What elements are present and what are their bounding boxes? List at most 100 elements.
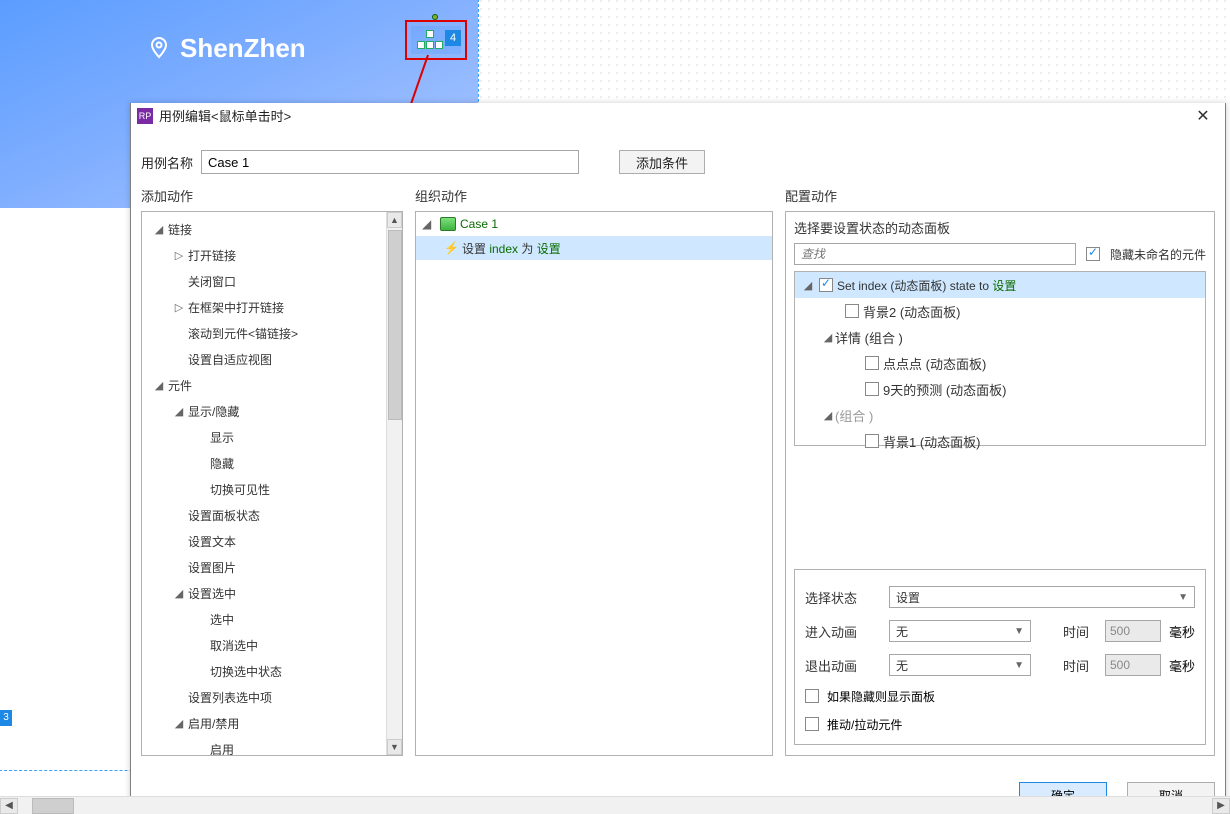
scroll-down-icon[interactable]: ▼ (387, 739, 402, 755)
action-tree[interactable]: ◢链接 ▷打开链接 关闭窗口 ▷在框架中打开链接 滚动到元件<锚链接> 设置自适… (141, 211, 403, 756)
tree-group-links[interactable]: ◢链接 (144, 216, 384, 242)
row-text: 背景1 (动态面板) (883, 432, 981, 451)
organize-action-header: 组织动作 (415, 186, 773, 205)
ms-label: 毫秒 (1169, 622, 1195, 641)
panel-tree-row-selected[interactable]: ◢ Set index (动态面板) state to 设置 (795, 272, 1205, 298)
scrollbar-thumb[interactable] (32, 798, 74, 814)
tree-item[interactable]: 关闭窗口 (144, 268, 384, 294)
scroll-right-icon[interactable]: ▶ (1212, 798, 1230, 814)
add-action-header: 添加动作 (141, 186, 403, 205)
case-label: Case 1 (460, 217, 498, 231)
close-button[interactable]: ✕ (1187, 105, 1219, 127)
tree-item[interactable]: 切换选中状态 (144, 658, 384, 684)
row-text: 背景2 (动态面板) (863, 302, 961, 321)
row-text: 点点点 (动态面板) (883, 354, 986, 373)
anim-out-label: 退出动画 (805, 656, 881, 675)
case-name-input[interactable] (201, 150, 579, 174)
row-text: 详情 (组合 ) (835, 328, 903, 347)
tree-item[interactable]: 设置自适应视图 (144, 346, 384, 372)
panel-tree-row[interactable]: 9天的预测 (动态面板) (795, 376, 1205, 402)
horizontal-scrollbar[interactable]: ◀ ▶ (0, 796, 1230, 814)
scrollbar-thumb[interactable] (388, 230, 402, 420)
properties-box: 选择状态 设置▼ 进入动画 无▼ 时间 500 毫秒 退出动画 无▼ (794, 569, 1206, 745)
bolt-icon: ⚡ (444, 241, 458, 255)
action-text: 设置 index 为 设置 (462, 240, 561, 257)
row-text: 9天的预测 (动态面板) (883, 380, 1007, 399)
tree-item[interactable]: ◢启用/禁用 (144, 710, 384, 736)
configure-action-header: 配置动作 (785, 186, 1215, 205)
tree-item[interactable]: ◢设置选中 (144, 580, 384, 606)
row-checkbox[interactable] (865, 434, 879, 448)
location-pin-icon (147, 36, 171, 63)
vertical-scrollbar[interactable]: ▲ ▼ (386, 212, 402, 755)
tree-item[interactable]: 启用 (144, 736, 384, 755)
organize-action-box[interactable]: ◢ Case 1 ⚡ 设置 index 为 设置 (415, 211, 773, 756)
widget-grid-icon (417, 30, 443, 52)
anim-in-dropdown[interactable]: 无▼ (889, 620, 1031, 642)
action-row-selected[interactable]: ⚡ 设置 index 为 设置 (416, 236, 772, 260)
selection-count-badge: 4 (445, 30, 461, 46)
row-text: Set index (动态面板) state to 设置 (837, 277, 1016, 294)
time-label: 时间 (1055, 622, 1097, 641)
tree-group-widgets[interactable]: ◢元件 (144, 372, 384, 398)
app-icon: RP (137, 108, 153, 124)
tree-item[interactable]: 选中 (144, 606, 384, 632)
selection-highlight[interactable]: 4 (405, 20, 467, 60)
panel-search-input[interactable] (794, 243, 1076, 265)
scroll-up-icon[interactable]: ▲ (387, 212, 402, 228)
tree-item[interactable]: 设置图片 (144, 554, 384, 580)
row-text: (组合 ) (835, 406, 873, 425)
show-if-hidden-label: 如果隐藏则显示面板 (827, 688, 935, 705)
hide-unnamed-checkbox[interactable] (1086, 247, 1100, 261)
case-icon (440, 217, 456, 231)
select-state-label: 选择状态 (805, 588, 881, 607)
panel-tree-row[interactable]: 背景2 (动态面板) (795, 298, 1205, 324)
tree-item[interactable]: 隐藏 (144, 450, 384, 476)
anim-in-label: 进入动画 (805, 622, 881, 641)
tree-item[interactable]: 切换可见性 (144, 476, 384, 502)
tree-item[interactable]: ▷打开链接 (144, 242, 384, 268)
select-state-dropdown[interactable]: 设置▼ (889, 586, 1195, 608)
push-pull-checkbox[interactable] (805, 717, 819, 731)
push-pull-label: 推动/拉动元件 (827, 716, 902, 733)
scroll-left-icon[interactable]: ◀ (0, 798, 18, 814)
configure-action-title: 选择要设置状态的动态面板 (794, 218, 1206, 237)
row-checkbox[interactable] (819, 278, 833, 292)
row-checkbox[interactable] (845, 304, 859, 318)
hide-unnamed-label: 隐藏未命名的元件 (1110, 246, 1206, 263)
time-out-input[interactable]: 500 (1105, 654, 1161, 676)
tree-item[interactable]: ▷在框架中打开链接 (144, 294, 384, 320)
tree-item[interactable]: ◢显示/隐藏 (144, 398, 384, 424)
chevron-down-icon: ▼ (1178, 592, 1188, 603)
row-checkbox[interactable] (865, 382, 879, 396)
time-in-input[interactable]: 500 (1105, 620, 1161, 642)
panel-tree-row[interactable]: 点点点 (动态面板) (795, 350, 1205, 376)
city-name[interactable]: ShenZhen (180, 33, 306, 64)
panel-tree-row[interactable]: ◢详情 (组合 ) (795, 324, 1205, 350)
case-editor-dialog: RP 用例编辑<鼠标单击时> ✕ 用例名称 添加条件 添加动作 ◢链接 ▷打开链… (130, 103, 1226, 814)
tree-item-set-panel-state[interactable]: 设置面板状态 (144, 502, 384, 528)
tree-item[interactable]: 显示 (144, 424, 384, 450)
show-if-hidden-checkbox[interactable] (805, 689, 819, 703)
panel-tree-row[interactable]: ◢(组合 ) (795, 402, 1205, 428)
tree-item[interactable]: 设置文本 (144, 528, 384, 554)
panel-tree[interactable]: ◢ Set index (动态面板) state to 设置 背景2 (动态面板… (794, 271, 1206, 446)
panel-tree-row[interactable]: 背景1 (动态面板) (795, 428, 1205, 454)
anim-out-dropdown[interactable]: 无▼ (889, 654, 1031, 676)
add-condition-button[interactable]: 添加条件 (619, 150, 705, 174)
scrollbar-track[interactable] (18, 798, 1212, 814)
titlebar: RP 用例编辑<鼠标单击时> ✕ (131, 103, 1225, 128)
case-name-row: 用例名称 添加条件 (131, 128, 1225, 186)
case-row[interactable]: ◢ Case 1 (416, 212, 772, 236)
tree-item[interactable]: 滚动到元件<锚链接> (144, 320, 384, 346)
chevron-down-icon: ▼ (1014, 660, 1024, 671)
case-name-label: 用例名称 (141, 153, 193, 172)
row-checkbox[interactable] (865, 356, 879, 370)
ms-label: 毫秒 (1169, 656, 1195, 675)
tree-item[interactable]: 取消选中 (144, 632, 384, 658)
chevron-down-icon: ▼ (1014, 626, 1024, 637)
page-size-handle[interactable]: 3 (0, 710, 12, 726)
dialog-title: 用例编辑<鼠标单击时> (159, 106, 291, 125)
tree-item[interactable]: 设置列表选中项 (144, 684, 384, 710)
time-label: 时间 (1055, 656, 1097, 675)
